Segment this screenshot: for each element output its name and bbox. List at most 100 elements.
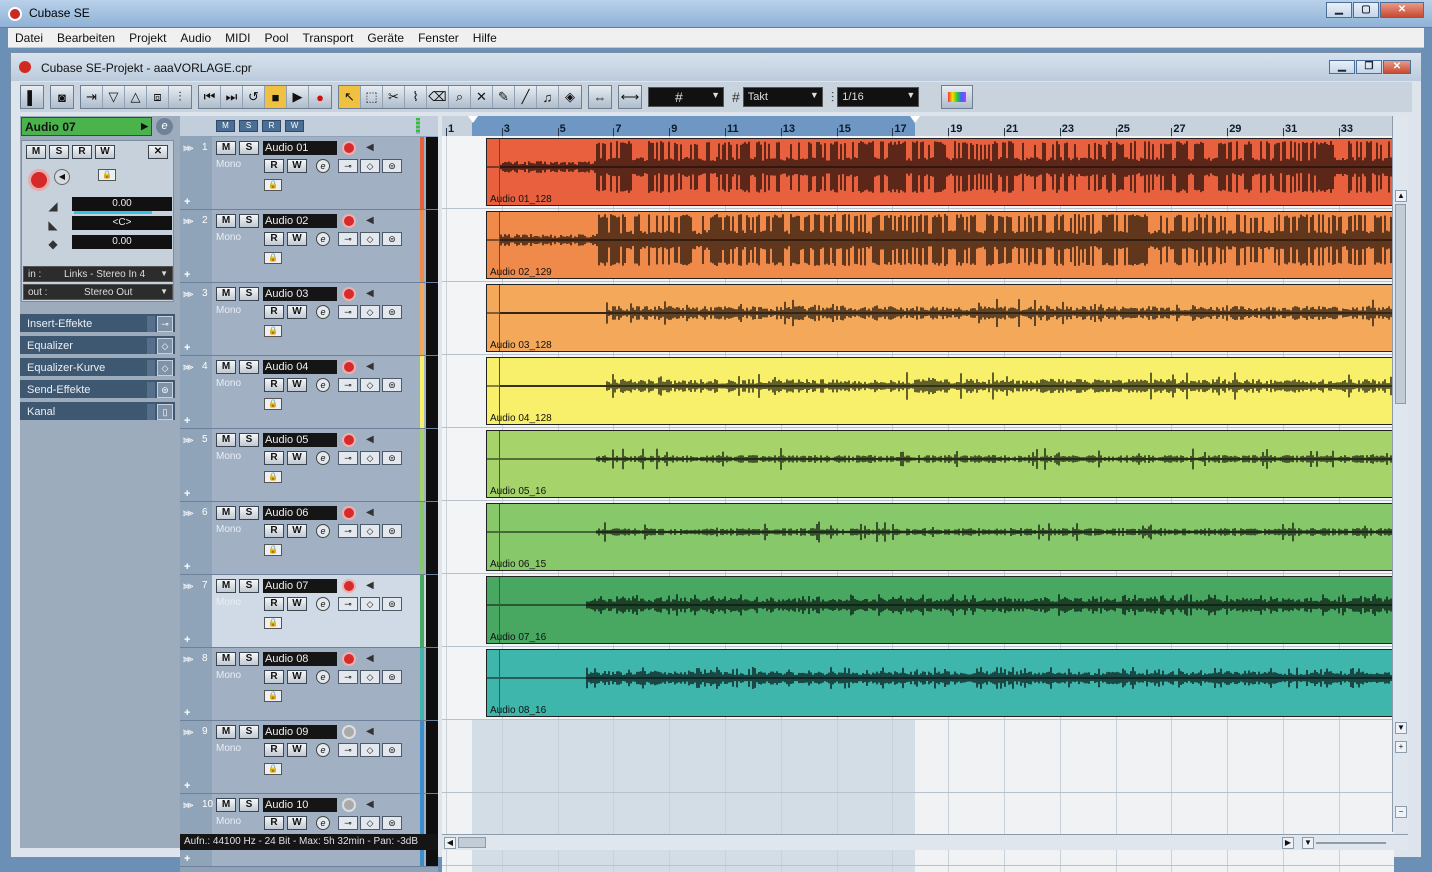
track-record-enable-button[interactable]: [342, 506, 356, 520]
track-lock-icon[interactable]: 🔒: [264, 179, 282, 191]
scroll-left-icon[interactable]: ◀: [444, 837, 456, 849]
forward-to-end-icon[interactable]: ⏭: [221, 86, 243, 108]
track-lock-icon[interactable]: 🔒: [264, 471, 282, 483]
track-send-bypass-icon[interactable]: ⊜: [382, 232, 402, 246]
menu-4[interactable]: MIDI: [218, 28, 257, 47]
color-palette-icon[interactable]: [942, 86, 972, 108]
global-solo-icon[interactable]: S: [239, 120, 258, 132]
track-edit-button[interactable]: e: [316, 524, 330, 538]
output-routing-select[interactable]: out : Stereo Out ▼: [23, 284, 173, 300]
track-send-bypass-icon[interactable]: ⊜: [382, 451, 402, 465]
inspector-pan-field[interactable]: <C>: [72, 216, 172, 230]
track-insert-bypass-icon[interactable]: ⊸: [338, 305, 358, 319]
track-eq-bypass-icon[interactable]: ◇: [360, 232, 380, 246]
glue-icon[interactable]: ⌇: [405, 86, 427, 108]
audio-event[interactable]: Audio 04_128: [486, 357, 1394, 425]
track-record-enable-button[interactable]: [342, 798, 356, 812]
snap-mode-select[interactable]: # ▼: [648, 87, 724, 107]
track-solo-button[interactable]: S: [239, 798, 259, 812]
object-selection-icon[interactable]: ↖: [339, 86, 361, 108]
quantize-select[interactable]: 1/16 ▼: [837, 87, 920, 107]
global-read-icon[interactable]: R: [262, 120, 281, 132]
track-monitor-icon[interactable]: ◀: [366, 361, 378, 373]
track-write-button[interactable]: W: [287, 670, 307, 684]
track-record-enable-button[interactable]: [342, 214, 356, 228]
inspector-read-button[interactable]: R: [72, 145, 92, 159]
track-mute-button[interactable]: M: [216, 141, 236, 155]
track-solo-button[interactable]: S: [239, 579, 259, 593]
track-read-button[interactable]: R: [264, 378, 284, 392]
track-solo-button[interactable]: S: [239, 141, 259, 155]
inspector-bypass-icon[interactable]: ✕: [148, 145, 168, 159]
track-solo-button[interactable]: S: [239, 506, 259, 520]
track-send-bypass-icon[interactable]: ⊜: [382, 816, 402, 830]
vertical-scroll-thumb[interactable]: [1395, 204, 1406, 404]
track-monitor-icon[interactable]: ◀: [366, 726, 378, 738]
inspector-mute-button[interactable]: M: [26, 145, 46, 159]
filter-icon[interactable]: ▽: [103, 86, 125, 108]
add-automation-icon[interactable]: +: [184, 196, 190, 208]
menu-3[interactable]: Audio: [173, 28, 218, 47]
play-tool-icon[interactable]: ♫: [537, 86, 559, 108]
inspector-edit-button[interactable]: e: [156, 118, 173, 135]
horizontal-scrollbar[interactable]: ◀ ▶ ▼: [442, 834, 1408, 850]
mixer-icon[interactable]: ⫶: [169, 86, 191, 108]
audio-event[interactable]: Audio 05_16: [486, 430, 1394, 498]
track-name-field[interactable]: Audio 02: [263, 214, 337, 228]
snap-to-zero-icon[interactable]: ⟷: [619, 86, 641, 108]
audio-event[interactable]: Audio 01_128: [486, 138, 1394, 206]
track-monitor-icon[interactable]: ◀: [366, 507, 378, 519]
maximize-button[interactable]: ▢: [1353, 2, 1379, 18]
split-icon[interactable]: ✂: [383, 86, 405, 108]
track-eq-bypass-icon[interactable]: ◇: [360, 743, 380, 757]
input-routing-select[interactable]: in : Links - Stereo In 4 ▼: [23, 266, 173, 282]
track-lock-icon[interactable]: 🔒: [264, 544, 282, 556]
track-record-enable-button[interactable]: [342, 287, 356, 301]
track-row[interactable]: ⫸⫸ 4 + M S Audio 04 ◀ Mono R W e ⊸ ◇ ⊜ 🔒: [180, 356, 438, 429]
zoom-icon[interactable]: ⌕: [449, 86, 471, 108]
track-name-field[interactable]: Audio 09: [263, 725, 337, 739]
track-mute-button[interactable]: M: [216, 287, 236, 301]
track-monitor-icon[interactable]: ◀: [366, 288, 378, 300]
add-automation-icon[interactable]: +: [184, 415, 190, 427]
track-read-button[interactable]: R: [264, 743, 284, 757]
audio-event[interactable]: Audio 08_16: [486, 649, 1394, 717]
track-eq-bypass-icon[interactable]: ◇: [360, 305, 380, 319]
add-automation-icon[interactable]: +: [184, 853, 190, 865]
track-name-field[interactable]: Audio 07: [263, 579, 337, 593]
track-read-button[interactable]: R: [264, 232, 284, 246]
track-send-bypass-icon[interactable]: ⊜: [382, 597, 402, 611]
add-automation-icon[interactable]: +: [184, 488, 190, 500]
audio-event[interactable]: Audio 07_16: [486, 576, 1394, 644]
add-automation-icon[interactable]: +: [184, 342, 190, 354]
section-send-effects[interactable]: Send-Effekte ⊜: [20, 380, 175, 400]
track-record-enable-button[interactable]: [342, 360, 356, 374]
vertical-scrollbar[interactable]: ▲ ▼ + −: [1392, 116, 1408, 832]
track-eq-bypass-icon[interactable]: ◇: [360, 451, 380, 465]
add-automation-icon[interactable]: +: [184, 780, 190, 792]
collapse-icon[interactable]: △: [125, 86, 147, 108]
right-locator-marker[interactable]: [910, 116, 920, 123]
section-equalizer-curve[interactable]: Equalizer-Kurve ◇: [20, 358, 175, 378]
track-lock-icon[interactable]: 🔒: [264, 617, 282, 629]
project-close-button[interactable]: ✕: [1383, 60, 1411, 74]
track-read-button[interactable]: R: [264, 305, 284, 319]
track-solo-button[interactable]: S: [239, 433, 259, 447]
track-read-button[interactable]: R: [264, 670, 284, 684]
audio-event[interactable]: Audio 03_128: [486, 284, 1394, 352]
inspector-track-name[interactable]: Audio 07 ▶: [21, 117, 152, 136]
mute-icon[interactable]: ✕: [471, 86, 493, 108]
menu-0[interactable]: Datei: [8, 28, 50, 47]
track-solo-button[interactable]: S: [239, 652, 259, 666]
track-row[interactable]: ⫸⫸ 6 + M S Audio 06 ◀ Mono R W e ⊸ ◇ ⊜ 🔒: [180, 502, 438, 575]
add-automation-icon[interactable]: +: [184, 269, 190, 281]
track-read-button[interactable]: R: [264, 816, 284, 830]
track-monitor-icon[interactable]: ◀: [366, 215, 378, 227]
track-write-button[interactable]: W: [287, 743, 307, 757]
track-eq-bypass-icon[interactable]: ◇: [360, 378, 380, 392]
track-edit-button[interactable]: e: [316, 451, 330, 465]
track-insert-bypass-icon[interactable]: ⊸: [338, 378, 358, 392]
track-write-button[interactable]: W: [287, 597, 307, 611]
track-record-enable-button[interactable]: [342, 141, 356, 155]
scroll-down-icon[interactable]: ▼: [1395, 722, 1407, 734]
